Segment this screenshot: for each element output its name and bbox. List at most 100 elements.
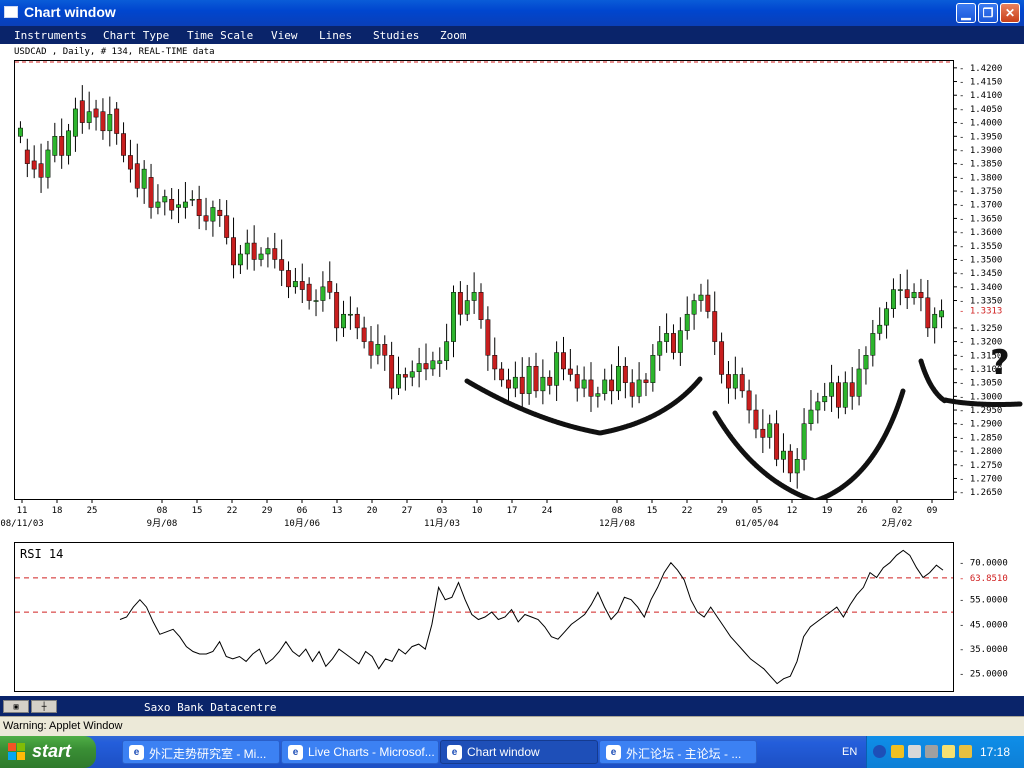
candle-body — [547, 376, 553, 386]
candle-body — [519, 376, 525, 394]
menu-instruments[interactable]: Instruments — [14, 29, 87, 42]
candle-body — [622, 365, 628, 383]
price-tick-label: - 1.4100 — [959, 91, 1002, 101]
price-tick-label: - 1.3250 — [959, 324, 1002, 334]
ie-icon: e — [606, 745, 621, 760]
candle-body — [430, 360, 436, 370]
candle-body — [292, 281, 298, 288]
price-tick-label: - 1.3500 — [959, 255, 1002, 265]
candle-body — [72, 108, 78, 137]
x-day-label: 02 — [892, 506, 903, 516]
taskbar-item-forex-forum[interactable]: e 外汇论坛 - 主论坛 - ... — [599, 740, 757, 764]
candle-body — [389, 355, 395, 389]
candle-body — [444, 341, 450, 362]
menu-lines[interactable]: Lines — [319, 29, 352, 42]
print-icon[interactable]: ▣ — [3, 700, 29, 713]
taskbar-item-forex-lab[interactable]: e 外汇走势研究室 - Mi... — [122, 740, 280, 764]
language-indicator[interactable]: EN — [842, 746, 857, 758]
rsi-tick-label: - 70.0000 — [959, 559, 1008, 569]
candle-body — [849, 382, 855, 397]
rsi-tick-label: - 35.0000 — [959, 645, 1008, 655]
price-tick-label: - 1.4000 — [959, 119, 1002, 129]
close-button[interactable]: ✕ — [1000, 3, 1020, 23]
x-day-label: 27 — [402, 506, 413, 516]
x-month-label: 12月/08 — [599, 518, 635, 529]
menu-chart-type[interactable]: Chart Type — [103, 29, 169, 42]
price-tick-label: - 1.3750 — [959, 187, 1002, 197]
x-day-label: 22 — [227, 506, 238, 516]
menu-studies[interactable]: Studies — [373, 29, 419, 42]
candle-body — [574, 374, 580, 389]
candle-body — [107, 114, 113, 132]
price-chart[interactable] — [15, 61, 953, 499]
tray-notes-icon[interactable] — [942, 745, 955, 758]
minimize-button[interactable]: ▁ — [956, 3, 976, 23]
tray-app-icon[interactable] — [891, 745, 904, 758]
candle-body — [231, 237, 236, 266]
crosshair-icon[interactable]: ┼ — [31, 700, 57, 713]
x-month-label: 01/05/04 — [735, 519, 778, 529]
candle-body — [939, 310, 945, 318]
candle-body — [251, 242, 257, 260]
x-day-label: 19 — [822, 506, 833, 516]
candle-body — [169, 198, 175, 211]
candle-body — [471, 292, 477, 301]
tray-network-icon[interactable] — [908, 745, 921, 758]
candle-body — [602, 379, 608, 394]
price-tick-label: - 1.2900 — [959, 420, 1002, 430]
price-tick-label: - 1.3950 — [959, 132, 1002, 142]
candle-body — [286, 270, 291, 288]
menu-view[interactable]: View — [271, 29, 298, 42]
rsi-line — [119, 549, 944, 685]
price-tick-label: - 1.2650 — [959, 488, 1002, 498]
rsi-tick-label: - 45.0000 — [959, 620, 1008, 630]
candle-body — [148, 177, 154, 208]
candle-body — [616, 365, 621, 392]
tray-chevron-icon[interactable] — [873, 745, 886, 758]
rsi-chart-area[interactable] — [14, 542, 954, 692]
candle-body — [506, 379, 511, 389]
candle-body — [897, 289, 903, 291]
taskbar-item-live-charts[interactable]: e Live Charts - Microsof... — [281, 740, 439, 764]
candle-body — [265, 248, 271, 255]
candle-body — [629, 382, 635, 397]
x-day-label: 13 — [332, 506, 343, 516]
candle-body — [17, 127, 23, 137]
candle-body — [45, 149, 51, 178]
start-button[interactable]: start — [0, 736, 96, 768]
tray-tool-icon[interactable] — [925, 745, 938, 758]
rsi-tick-label: - 25.0000 — [959, 670, 1008, 680]
windows-flag-icon — [8, 743, 26, 761]
candle-body — [664, 333, 670, 342]
candle-body — [189, 198, 195, 201]
candle-body — [911, 292, 917, 299]
handdrawn-curve-3 — [918, 358, 948, 404]
applet-warning: Warning: Applet Window — [0, 716, 1024, 736]
candle-body — [677, 330, 683, 353]
candle-body — [842, 382, 848, 408]
system-tray: 17:18 — [866, 736, 1024, 768]
candle-body — [258, 253, 264, 260]
taskbar-item-label: 外汇走势研究室 - Mi... — [149, 747, 267, 761]
candle-body — [409, 371, 415, 378]
candle-body — [382, 344, 388, 356]
menu-zoom[interactable]: Zoom — [440, 29, 467, 42]
price-tick-label: - 1.3650 — [959, 214, 1002, 224]
candle-body — [299, 281, 305, 290]
restore-button[interactable]: ❐ — [978, 3, 998, 23]
candle-body — [423, 363, 429, 370]
candle-body — [636, 379, 642, 397]
status-strip: ▣ ┼ Saxo Bank Datacentre — [0, 698, 1024, 716]
tray-pencil-icon[interactable] — [959, 745, 972, 758]
menu-time-scale[interactable]: Time Scale — [187, 29, 253, 42]
price-tick-label: - 1.2850 — [959, 433, 1002, 443]
candle-body — [822, 396, 828, 403]
rsi-chart[interactable] — [15, 543, 953, 691]
taskbar-item-chart-window[interactable]: e Chart window — [440, 740, 598, 764]
candle-body — [890, 289, 896, 309]
candle-body — [554, 352, 560, 386]
candle-body — [402, 374, 408, 378]
price-chart-area[interactable] — [14, 60, 954, 500]
price-tick-label: - 1.3350 — [959, 297, 1002, 307]
x-day-label: 25 — [87, 506, 98, 516]
